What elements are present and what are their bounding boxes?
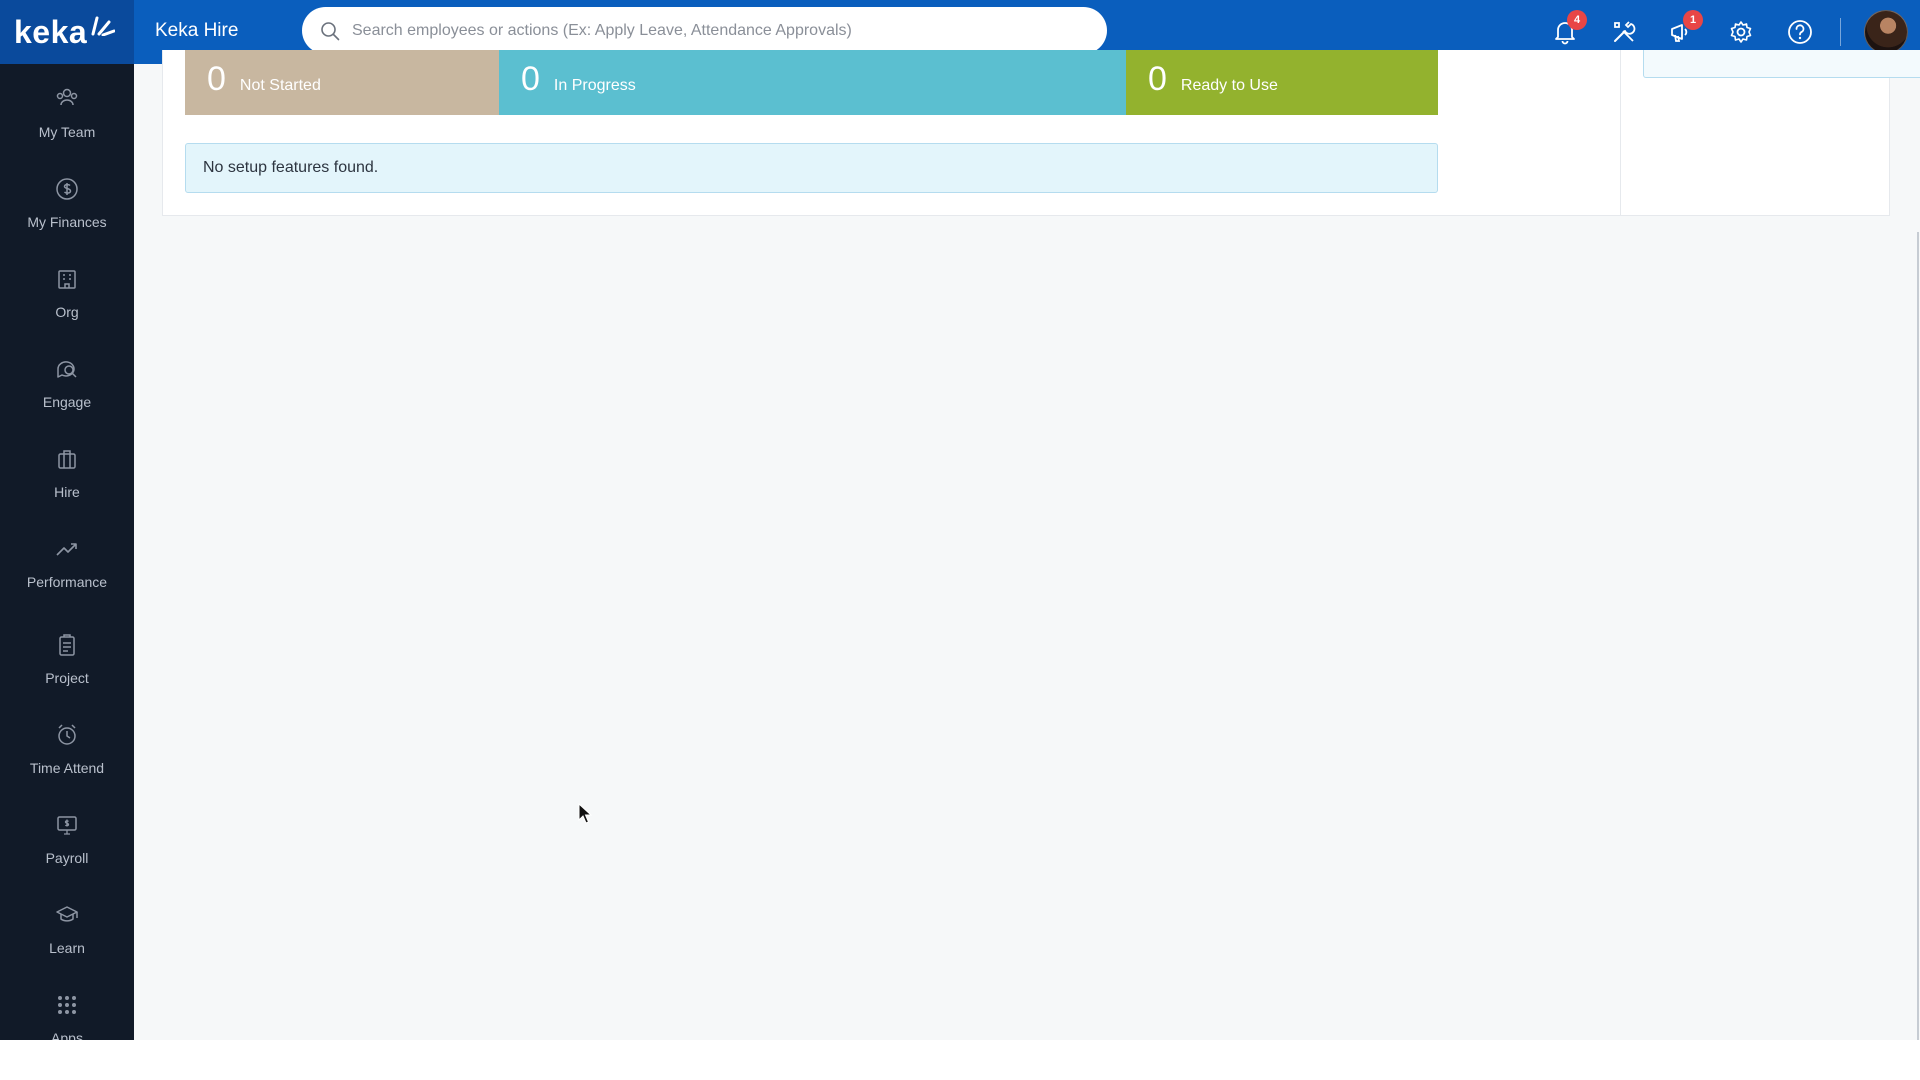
sidebar-item-hire[interactable]: Hire — [0, 418, 134, 508]
graduation-icon — [54, 902, 80, 928]
not-started-label: Not Started — [239, 77, 321, 94]
in-progress-count: 0 — [521, 60, 540, 98]
sidebar-item-label: Time Attend — [29, 760, 105, 776]
sidebar-item-label: Apps — [51, 1030, 83, 1040]
briefcase-icon — [54, 446, 80, 472]
notifications-button[interactable]: 4 — [1549, 10, 1587, 48]
sidebar-item-engage[interactable]: Engage — [0, 328, 134, 418]
setup-status-card: 0 Not Started 0 In Progress 0 Ready to U… — [162, 50, 1920, 216]
app-title: Keka Hire — [155, 20, 239, 41]
logo-rays-icon — [91, 16, 116, 36]
sidebar-item-label: Performance — [26, 574, 108, 590]
announcements-button[interactable]: 1 — [1665, 10, 1703, 48]
grid-icon — [54, 992, 80, 1018]
sidebar-item-label: Engage — [42, 394, 92, 410]
no-features-alert: No setup features found. — [185, 143, 1438, 193]
bottom-strip — [0, 1040, 1920, 1080]
sidebar: My Team My Finances Org Engage Hire Perf… — [0, 64, 134, 1040]
sidebar-item-label: My Finances — [27, 214, 107, 230]
card-divider — [1620, 50, 1621, 215]
sidebar-item-my-team[interactable]: My Team — [0, 64, 134, 148]
avatar[interactable] — [1864, 10, 1908, 54]
status-ready-to-use[interactable]: 0 Ready to Use — [1126, 50, 1438, 115]
sidebar-item-label: My Team — [38, 124, 96, 140]
org-icon — [54, 266, 80, 292]
status-not-started[interactable]: 0 Not Started — [185, 50, 499, 115]
right-panel-box — [1643, 50, 1920, 78]
sidebar-item-label: Org — [55, 304, 79, 320]
app-window: keka Keka Hire 4 — [0, 0, 1920, 1040]
sidebar-item-payroll[interactable]: Payroll — [0, 784, 134, 874]
sidebar-item-label: Payroll — [45, 850, 89, 866]
search-icon — [321, 21, 340, 40]
sidebar-item-apps[interactable]: Apps — [0, 964, 134, 1040]
not-started-count: 0 — [207, 60, 226, 98]
engage-icon — [54, 356, 80, 382]
updates-badge: 1 — [1683, 10, 1703, 30]
mouse-cursor-icon — [578, 803, 592, 824]
status-in-progress[interactable]: 0 In Progress — [499, 50, 1126, 115]
help-button[interactable] — [1784, 16, 1816, 48]
team-icon — [54, 86, 80, 112]
sidebar-item-performance[interactable]: Performance — [0, 508, 134, 598]
sidebar-item-project[interactable]: Project — [0, 604, 134, 694]
notifications-badge: 4 — [1567, 10, 1587, 30]
settings-button[interactable] — [1725, 16, 1757, 48]
trend-icon — [54, 536, 80, 562]
clipboard-icon — [54, 632, 80, 658]
help-icon — [1788, 20, 1812, 44]
ready-to-use-label: Ready to Use — [1180, 77, 1278, 94]
sidebar-item-label: Project — [45, 670, 89, 686]
tools-button[interactable] — [1608, 16, 1640, 48]
sidebar-item-time-attend[interactable]: Time Attend — [0, 694, 134, 784]
logo-text: keka — [14, 13, 88, 50]
gear-icon — [1730, 21, 1752, 43]
in-progress-label: In Progress — [553, 77, 636, 94]
ready-to-use-count: 0 — [1148, 60, 1167, 98]
global-search[interactable] — [302, 7, 1107, 54]
sidebar-item-org[interactable]: Org — [0, 238, 134, 328]
setup-status-bar: 0 Not Started 0 In Progress 0 Ready to U… — [185, 50, 1438, 115]
payroll-icon — [54, 812, 80, 838]
sidebar-item-learn[interactable]: Learn — [0, 874, 134, 964]
sidebar-item-label: Hire — [54, 484, 80, 500]
keka-logo[interactable]: keka — [0, 0, 134, 64]
search-input[interactable] — [352, 21, 1072, 40]
dollar-icon — [54, 176, 80, 202]
header-divider — [1840, 18, 1841, 46]
scrollbar[interactable] — [1917, 232, 1919, 1040]
sidebar-item-label: Learn — [49, 940, 85, 956]
tools-icon — [1614, 21, 1636, 42]
sidebar-item-my-finances[interactable]: My Finances — [0, 148, 134, 238]
clock-icon — [54, 722, 80, 748]
